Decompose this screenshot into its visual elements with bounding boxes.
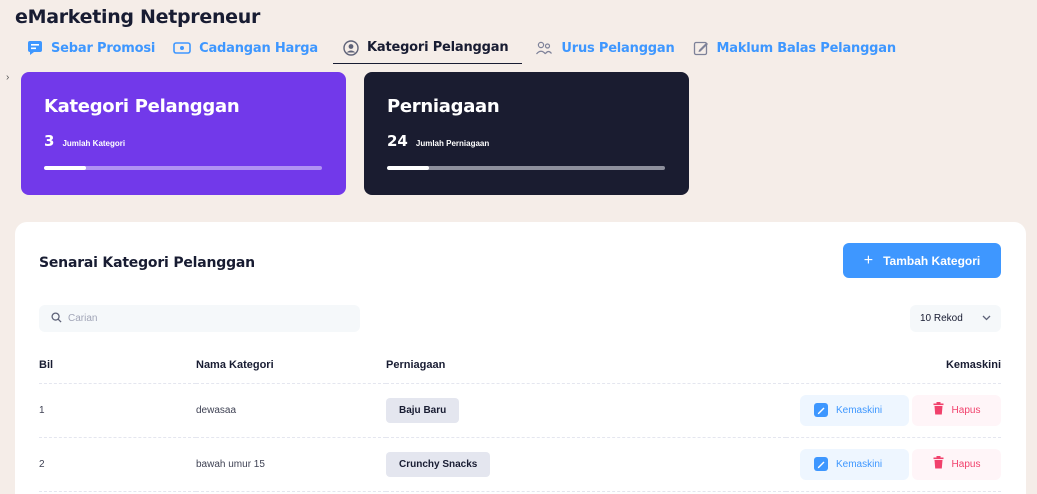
cash-icon bbox=[173, 41, 191, 55]
cell-actions: Kemaskini Hapus bbox=[786, 383, 1001, 438]
edit-button[interactable]: Kemaskini bbox=[800, 448, 909, 480]
header-kemaskini: Kemaskini bbox=[786, 347, 1001, 384]
nav-item-sebar-promosi[interactable]: Sebar Promosi bbox=[24, 36, 160, 60]
delete-label: Hapus bbox=[951, 458, 981, 470]
page-size-value: 10 Rekod bbox=[920, 313, 963, 324]
nav-item-label: Sebar Promosi bbox=[51, 40, 156, 56]
delete-button[interactable]: Hapus bbox=[912, 394, 1001, 426]
search-box bbox=[39, 305, 360, 332]
stat-label: Jumlah Perniagaan bbox=[415, 139, 490, 148]
stat-number: 24 bbox=[387, 132, 408, 150]
stat-card-perniagaan: Perniagaan 24 Jumlah Perniagaan bbox=[364, 72, 689, 195]
nav-item-urus-pelanggan[interactable]: Urus Pelanggan bbox=[532, 36, 679, 60]
trash-icon bbox=[933, 402, 944, 418]
stat-label: Jumlah Kategori bbox=[62, 139, 126, 148]
table-row: 2 bawah umur 15 Crunchy Snacks Kemaskini… bbox=[39, 437, 1001, 492]
trash-icon bbox=[933, 456, 944, 472]
nav-item-label: Maklum Balas Pelanggan bbox=[716, 40, 897, 56]
search-icon bbox=[51, 310, 62, 328]
stat-title: Perniagaan bbox=[387, 96, 500, 117]
search-input[interactable] bbox=[68, 313, 348, 324]
progress-bar bbox=[387, 166, 665, 170]
stat-card-kategori: Kategori Pelanggan 3 Jumlah Kategori bbox=[21, 72, 346, 195]
progress-bar bbox=[44, 166, 322, 170]
nav-item-maklum-balas[interactable]: Maklum Balas Pelanggan bbox=[690, 36, 901, 60]
delete-button[interactable]: Hapus bbox=[912, 448, 1001, 480]
app-title: eMarketing Netpreneur bbox=[15, 6, 261, 28]
user-circle-icon bbox=[343, 39, 359, 56]
sidebar-toggle-icon[interactable]: › bbox=[6, 72, 9, 83]
add-category-button[interactable]: + Tambah Kategori bbox=[843, 243, 1001, 278]
edit-icon bbox=[814, 457, 828, 471]
delete-label: Hapus bbox=[951, 404, 981, 416]
edit-button[interactable]: Kemaskini bbox=[800, 394, 909, 426]
business-tag: Baju Baru bbox=[386, 397, 460, 423]
cell-nama-kategori: dewasaa bbox=[196, 383, 386, 438]
cell-perniagaan: Crunchy Snacks bbox=[386, 437, 786, 492]
progress-fill bbox=[387, 166, 429, 170]
pencil-square-icon bbox=[693, 40, 709, 56]
cell-nama-kategori: bawah umur 15 bbox=[196, 437, 386, 492]
plus-icon: + bbox=[863, 251, 874, 269]
header-nama-kategori: Nama Kategori bbox=[196, 347, 386, 384]
edit-icon bbox=[814, 403, 828, 417]
cell-perniagaan: Baju Baru bbox=[386, 383, 786, 438]
add-category-label: Tambah Kategori bbox=[883, 253, 981, 268]
main-nav: Sebar Promosi Cadangan Harga Kategori Pe… bbox=[24, 36, 911, 64]
edit-label: Kemaskini bbox=[836, 404, 883, 416]
nav-item-label: Cadangan Harga bbox=[199, 40, 318, 56]
edit-label: Kemaskini bbox=[836, 458, 883, 470]
cell-actions: Kemaskini Hapus bbox=[786, 437, 1001, 492]
panel-title: Senarai Kategori Pelanggan bbox=[39, 255, 255, 271]
nav-item-label: Urus Pelanggan bbox=[561, 40, 675, 56]
stat-title: Kategori Pelanggan bbox=[44, 96, 240, 117]
cell-bil: 2 bbox=[39, 437, 196, 492]
header-bil: Bil bbox=[39, 347, 196, 384]
nav-item-cadangan-harga[interactable]: Cadangan Harga bbox=[170, 36, 323, 60]
users-icon bbox=[535, 40, 553, 56]
header-perniagaan: Perniagaan bbox=[386, 347, 786, 384]
category-list-panel: Senarai Kategori Pelanggan + Tambah Kate… bbox=[15, 222, 1026, 494]
nav-item-label: Kategori Pelanggan bbox=[367, 40, 509, 55]
cell-bil: 1 bbox=[39, 383, 196, 438]
page-size-select[interactable]: 10 Rekod bbox=[910, 305, 1001, 332]
nav-item-kategori-pelanggan[interactable]: Kategori Pelanggan bbox=[333, 36, 523, 64]
chevron-down-icon bbox=[982, 313, 991, 324]
message-icon bbox=[27, 40, 43, 56]
stat-number: 3 bbox=[44, 132, 55, 150]
table-row: 1 dewasaa Baju Baru Kemaskini Hapus bbox=[39, 383, 1001, 438]
business-tag: Crunchy Snacks bbox=[386, 451, 491, 477]
table-header-row: Bil Nama Kategori Perniagaan Kemaskini bbox=[39, 347, 1001, 384]
category-table: Bil Nama Kategori Perniagaan Kemaskini 1… bbox=[39, 347, 1001, 492]
progress-fill bbox=[44, 166, 86, 170]
